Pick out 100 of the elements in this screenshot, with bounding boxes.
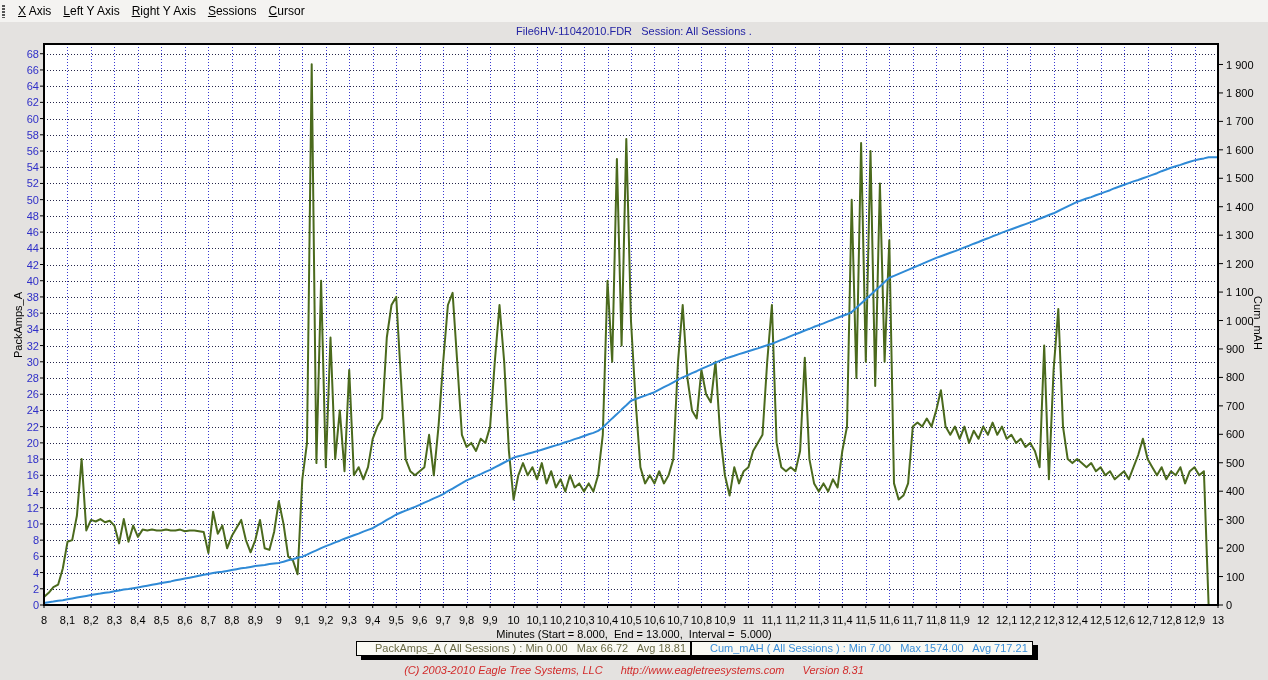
tick-label: 4	[32, 566, 39, 579]
tick-label: 1 800	[1226, 86, 1254, 99]
tick-label: 8,5	[153, 614, 170, 626]
tick-label: 1 700	[1226, 115, 1254, 128]
tick-label: 0	[32, 599, 39, 611]
tick-label: 10,8	[690, 614, 713, 626]
tick-label: 400	[1226, 485, 1245, 498]
tick-label: 40	[26, 274, 39, 287]
tick-label: 10,4	[596, 614, 619, 626]
tick-label: 32	[26, 339, 39, 352]
axis-title: PackAmps_A	[12, 292, 24, 358]
tick-label: 8,8	[224, 614, 240, 626]
tick-label: 1 600	[1226, 143, 1254, 156]
tick-label: 12,4	[1066, 614, 1088, 626]
tick-label: 9,8	[458, 614, 475, 626]
menu-item[interactable]: Right Y Axis	[125, 0, 202, 22]
tick-label: 68	[26, 47, 39, 60]
tick-label: 16	[26, 469, 39, 482]
tick-label: 11,4	[832, 614, 853, 626]
tick-label: 8,3	[106, 614, 123, 626]
tick-label: 8,9	[247, 614, 263, 626]
tick-label: 13	[1211, 614, 1225, 626]
tick-label: 52	[26, 177, 39, 190]
menu-item[interactable]: Cursor	[262, 0, 311, 22]
copyright-text: (C) 2003-2010 Eagle Tree Systems, LLC	[404, 663, 603, 677]
tick-label: 800	[1226, 371, 1245, 384]
tick-label: 9,6	[412, 614, 428, 626]
tick-label: 12	[977, 614, 990, 626]
tick-label: 11,7	[902, 614, 924, 626]
tick-label: 1 400	[1226, 200, 1254, 213]
tick-label: 8,6	[177, 614, 193, 626]
tick-label: 10,2	[549, 614, 572, 626]
tick-label: 1 000	[1226, 314, 1254, 327]
tick-label: 8	[32, 534, 39, 547]
tick-label: 11,1	[761, 614, 783, 626]
tick-label: 12,1	[996, 614, 1018, 626]
tick-label: 66	[26, 63, 39, 76]
tick-label: 1 300	[1226, 229, 1254, 242]
axis-title: Cum_mAH	[1252, 296, 1264, 350]
tick-label: 12,6	[1113, 614, 1135, 626]
tick-label: 600	[1226, 428, 1245, 441]
tick-label: 12,5	[1089, 614, 1112, 626]
tick-label: 50	[26, 193, 39, 206]
tick-label: 10	[26, 517, 39, 530]
tick-label: 9,2	[318, 614, 334, 626]
tick-label: 14	[26, 485, 39, 498]
tick-label: 26	[26, 388, 39, 401]
tick-label: 200	[1226, 542, 1245, 555]
tick-label: 10,6	[643, 614, 666, 626]
tick-label: 100	[1226, 570, 1245, 583]
tick-label: 1 200	[1226, 257, 1254, 270]
tick-label: 12,3	[1042, 614, 1065, 626]
tick-label: 18	[26, 453, 39, 466]
tick-label: 9,4	[365, 614, 381, 626]
tick-label: 44	[26, 242, 39, 255]
tick-label: 28	[26, 372, 39, 384]
tick-label: 8,4	[130, 614, 146, 626]
legend-entry: Cum_mAH ( All Sessions ) : Min 7.00 Max 1574.00 Avg 717.21	[690, 642, 1032, 655]
tick-label: 62	[26, 96, 39, 109]
tick-label: 11,5	[855, 614, 877, 626]
tick-label: 2	[32, 582, 39, 595]
tick-label: 10,3	[573, 614, 595, 626]
grip-icon[interactable]	[2, 4, 5, 18]
tick-label: 8,2	[83, 614, 99, 626]
tick-label: 1 500	[1226, 172, 1254, 185]
tick-label: 60	[26, 112, 39, 125]
tick-label: 34	[26, 323, 39, 336]
menu-item[interactable]: Sessions	[201, 0, 263, 22]
legend-entry: PackAmps_A ( All Sessions ) : Min 0.00 Max 66.72 Avg 18.81	[374, 642, 687, 655]
tick-label: 500	[1226, 456, 1245, 469]
tick-label: 10	[507, 614, 520, 626]
tick-label: 11,9	[949, 614, 970, 626]
tick-label: 11,2	[785, 614, 806, 626]
tick-label: 10,5	[620, 614, 642, 626]
tick-label: 0	[1226, 599, 1233, 611]
tick-label: 56	[26, 145, 39, 157]
menu-item[interactable]: Left Y Axis	[57, 0, 126, 22]
tick-label: 1 900	[1226, 58, 1254, 71]
tick-label: 38	[26, 290, 39, 303]
tick-label: 11,6	[879, 614, 900, 626]
tick-label: 8,1	[59, 614, 76, 626]
tick-label: 10,9	[714, 614, 736, 626]
tick-label: 58	[26, 128, 39, 141]
tick-label: 1 100	[1226, 286, 1254, 299]
tick-label: 30	[26, 355, 39, 368]
tick-label: 46	[26, 226, 39, 239]
website-url: http://www.eagletreesystems.com	[620, 663, 785, 677]
tick-label: 9,5	[388, 614, 404, 626]
version-text: Version 8.31	[802, 663, 864, 677]
tick-label: 12,7	[1136, 614, 1159, 626]
tick-label: 20	[26, 436, 39, 449]
tick-label: 9	[275, 614, 282, 626]
menu-item[interactable]: X Axis	[12, 0, 58, 22]
axis-title: Minutes (Start = 8.000, End = 13.000, Interval = 5.000)	[496, 628, 772, 640]
tick-label: 64	[26, 80, 39, 93]
tick-label: 12,9	[1183, 614, 1206, 626]
chart-title: File6HV-11042010.FDR Session: All Sessions .	[516, 24, 752, 38]
tick-label: 36	[26, 307, 39, 320]
tick-label: 10,1	[526, 614, 548, 626]
tick-label: 900	[1226, 343, 1245, 355]
